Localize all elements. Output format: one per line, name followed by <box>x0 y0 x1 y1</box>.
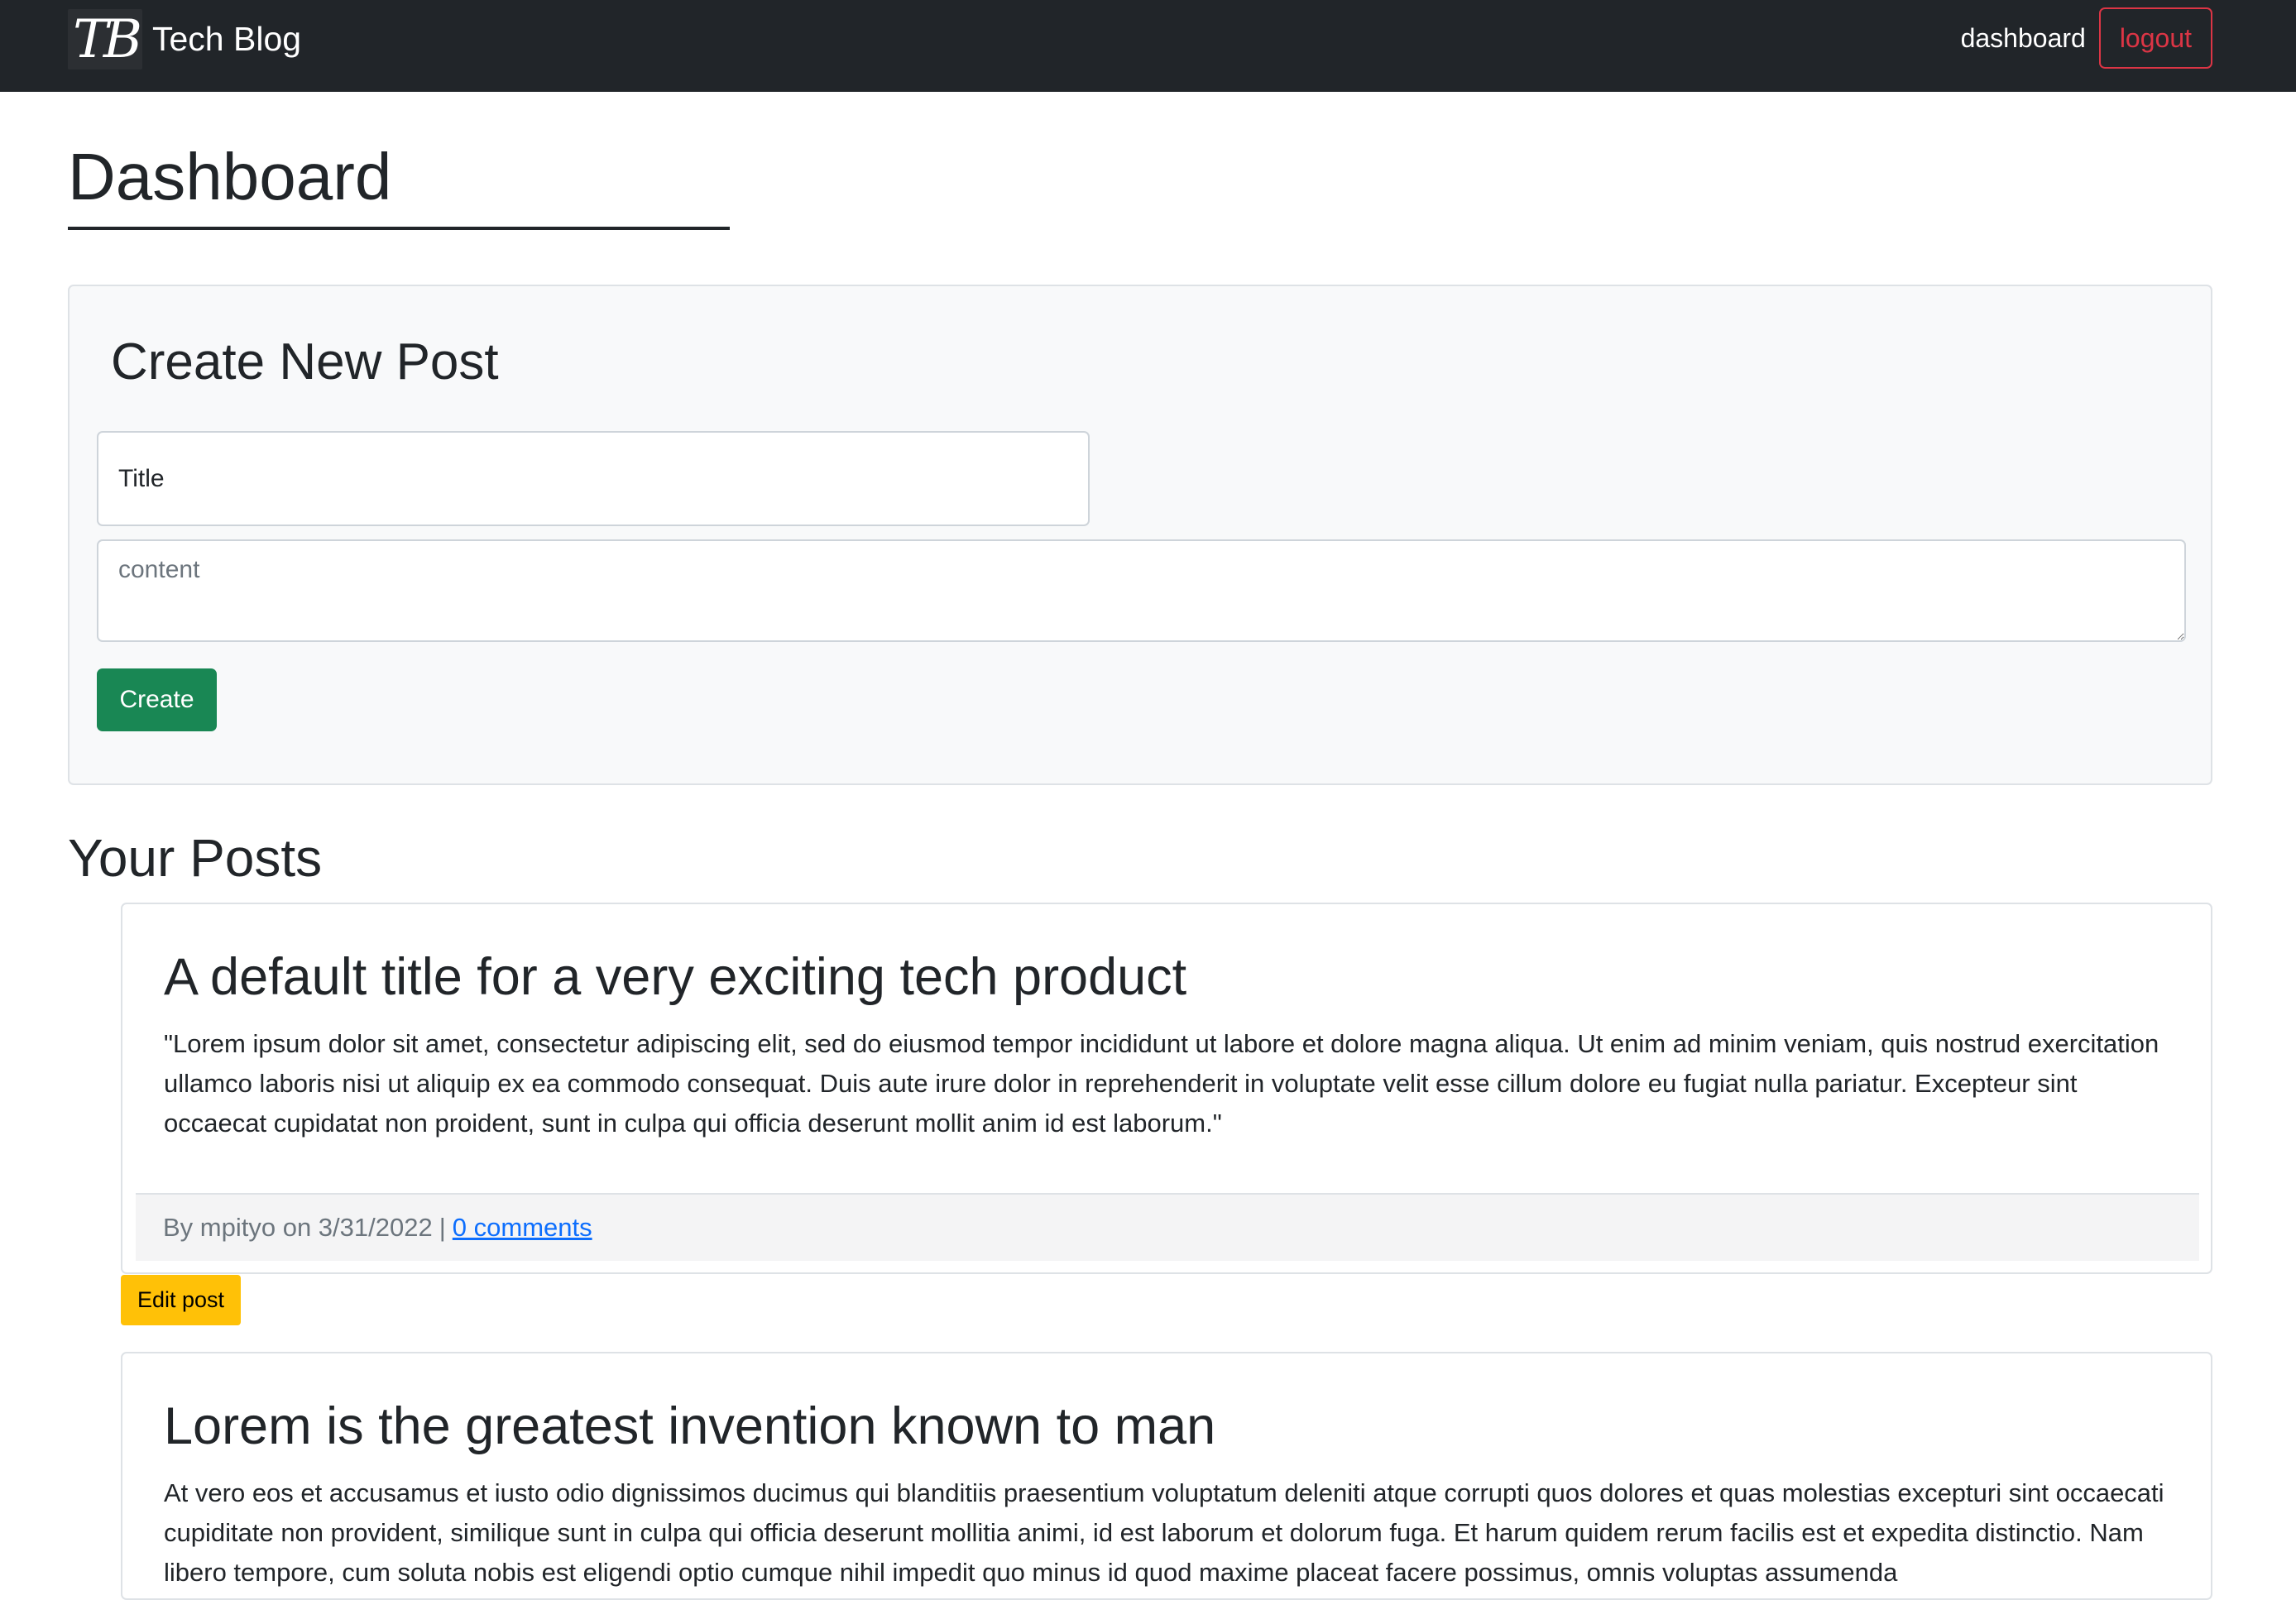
tech-blog-logo[interactable]: TB <box>68 9 142 70</box>
create-post-heading: Create New Post <box>111 333 499 390</box>
post-card: Lorem is the greatest invention known to… <box>121 1352 2212 1600</box>
post-title[interactable]: A default title for a very exciting tech… <box>164 947 1186 1007</box>
post-title-input[interactable] <box>97 431 1090 526</box>
post-body: At vero eos et accusamus et iusto odio d… <box>164 1478 2164 1587</box>
post-meta: By mpityo on 3/31/2022 <box>163 1213 433 1242</box>
top-navbar: TB Tech Blog dashboard logout <box>0 0 2296 92</box>
comments-link[interactable]: 0 comments <box>453 1213 592 1243</box>
nav-links: dashboard logout <box>1961 7 2212 69</box>
post-title[interactable]: Lorem is the greatest invention known to… <box>164 1396 1215 1456</box>
brand[interactable]: TB Tech Blog <box>68 9 301 70</box>
logout-button[interactable]: logout <box>2098 7 2212 69</box>
brand-name[interactable]: Tech Blog <box>152 22 301 56</box>
your-posts-heading: Your Posts <box>68 828 323 888</box>
post-content-textarea[interactable] <box>97 539 2186 642</box>
meta-separator: | <box>439 1213 446 1242</box>
post-card: A default title for a very exciting tech… <box>121 903 2212 1274</box>
create-post-card: Create New Post Create <box>68 285 2212 785</box>
post-footer: By mpityo on 3/31/2022 | 0 comments <box>136 1193 2199 1261</box>
page-title: Dashboard <box>68 140 392 213</box>
edit-post-button[interactable]: Edit post <box>121 1275 241 1325</box>
dashboard-link[interactable]: dashboard <box>1961 23 2086 54</box>
title-underline <box>68 227 730 230</box>
post-body: "Lorem ipsum dolor sit amet, consectetur… <box>164 1029 2159 1138</box>
create-post-button[interactable]: Create <box>97 668 217 731</box>
